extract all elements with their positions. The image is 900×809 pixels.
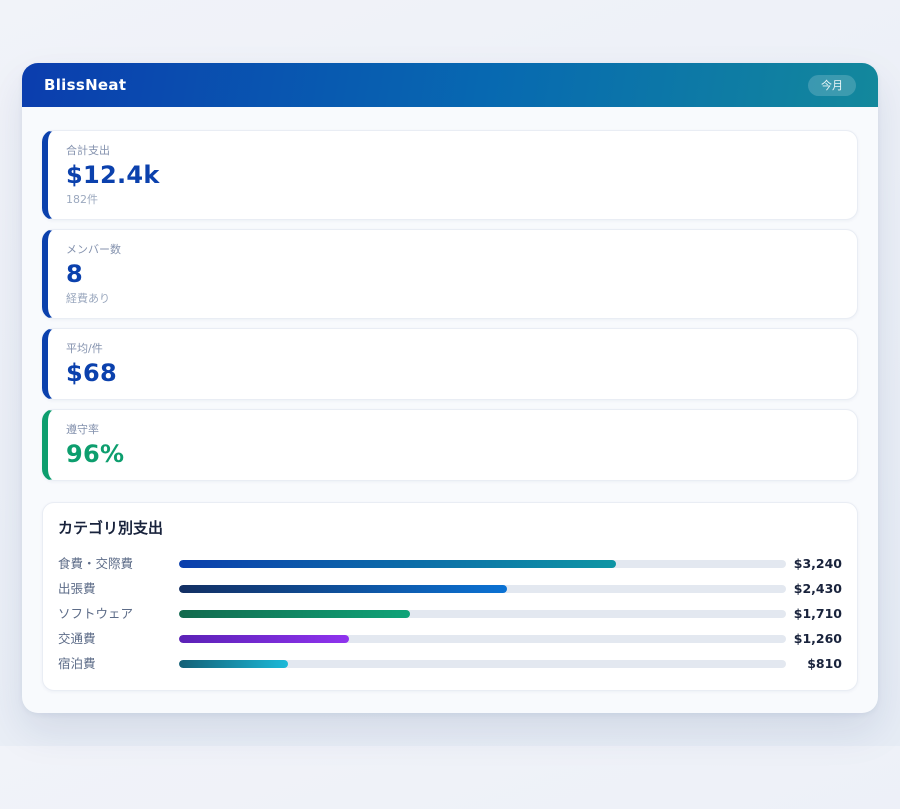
stat-card-list: 合計支出 $12.4k 182件 メンバー数 8 経費あり 平均/件 $68 遵…	[42, 130, 858, 481]
category-row: 宿泊費 $810	[58, 651, 842, 676]
category-label: 交通費	[58, 631, 179, 646]
stat-label: 遵守率	[66, 423, 839, 436]
stat-value: 8	[66, 261, 839, 287]
bar-fill	[179, 585, 507, 593]
stat-card: メンバー数 8 経費あり	[42, 229, 858, 319]
bar-track	[179, 560, 786, 568]
stat-subtext: 182件	[66, 193, 839, 206]
stat-subtext: 経費あり	[66, 292, 839, 305]
bar-fill	[179, 660, 288, 668]
category-label: 宿泊費	[58, 656, 179, 671]
stat-value: 96%	[66, 441, 839, 467]
category-label: ソフトウェア	[58, 606, 179, 621]
dashboard-content: 合計支出 $12.4k 182件 メンバー数 8 経費あり 平均/件 $68 遵…	[22, 107, 878, 713]
category-spending-card: カテゴリ別支出 食費・交際費 $3,240 出張費 $2,430 ソフトウェア …	[42, 502, 858, 691]
category-section-title: カテゴリ別支出	[58, 519, 842, 538]
category-row: 交通費 $1,260	[58, 626, 842, 651]
app-header: BlissNeat 今月	[22, 63, 878, 107]
stat-label: 平均/件	[66, 342, 839, 355]
stat-label: 合計支出	[66, 144, 839, 157]
bar-track	[179, 585, 786, 593]
category-value: $1,710	[786, 606, 842, 621]
bar-track	[179, 660, 786, 668]
category-label: 出張費	[58, 581, 179, 596]
bar-fill	[179, 610, 410, 618]
bar-track	[179, 635, 786, 643]
category-value: $810	[786, 656, 842, 671]
stat-card: 合計支出 $12.4k 182件	[42, 130, 858, 220]
bar-track	[179, 610, 786, 618]
category-value: $2,430	[786, 581, 842, 596]
category-row: 食費・交際費 $3,240	[58, 551, 842, 576]
category-row: 出張費 $2,430	[58, 576, 842, 601]
category-value: $3,240	[786, 556, 842, 571]
bar-fill	[179, 635, 349, 643]
bar-fill	[179, 560, 616, 568]
stat-value: $68	[66, 360, 839, 386]
period-badge[interactable]: 今月	[808, 75, 856, 96]
dashboard-panel: BlissNeat 今月 合計支出 $12.4k 182件 メンバー数 8 経費…	[22, 63, 878, 713]
category-row: ソフトウェア $1,710	[58, 601, 842, 626]
stat-value: $12.4k	[66, 162, 839, 188]
category-label: 食費・交際費	[58, 556, 179, 571]
stat-label: メンバー数	[66, 243, 839, 256]
stat-card: 遵守率 96%	[42, 409, 858, 481]
app-title: BlissNeat	[44, 76, 126, 94]
stat-card: 平均/件 $68	[42, 328, 858, 400]
category-value: $1,260	[786, 631, 842, 646]
category-row-list: 食費・交際費 $3,240 出張費 $2,430 ソフトウェア $1,710 交…	[58, 551, 842, 676]
